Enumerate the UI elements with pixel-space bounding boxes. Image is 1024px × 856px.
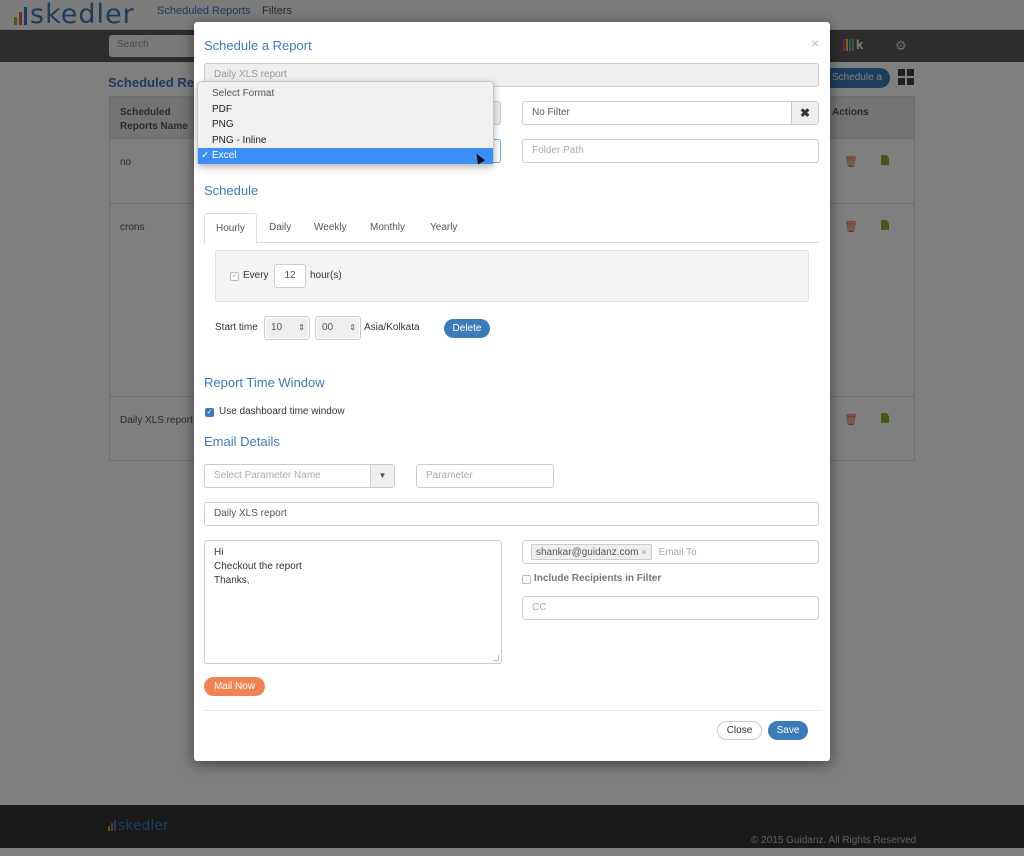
updown-arrows-icon: ⇕: [298, 323, 305, 332]
include-recipients-checkbox[interactable]: [522, 575, 531, 584]
schedule-section-title: Schedule: [204, 183, 259, 198]
start-hour-select[interactable]: 10 ⇕: [264, 316, 310, 340]
format-option-excel-label: Excel: [212, 150, 237, 161]
modal-footer-divider: [204, 710, 819, 711]
remove-tag-icon[interactable]: ×: [641, 547, 646, 557]
start-minute-select[interactable]: 00 ⇕: [315, 316, 361, 340]
parameter-name-select[interactable]: Select Parameter Name ▼: [204, 464, 395, 488]
tab-daily[interactable]: Daily: [258, 213, 302, 243]
recipient-email: shankar@guidanz.com: [536, 547, 639, 558]
format-option-pdf[interactable]: PDF: [198, 102, 493, 118]
folder-path-input[interactable]: Folder Path: [522, 139, 819, 163]
clear-filter-icon[interactable]: ✖: [791, 102, 818, 124]
tab-monthly[interactable]: Monthly: [359, 213, 416, 243]
recipient-tag: shankar@guidanz.com ×: [531, 544, 652, 560]
format-option-png[interactable]: PNG: [198, 117, 493, 133]
modal-title: Schedule a Report: [204, 38, 312, 53]
body-line: Thanks,: [214, 575, 250, 586]
body-line: Checkout the report: [214, 561, 302, 572]
hourly-panel: ✓ Every 12 hour(s): [215, 250, 809, 302]
every-checkbox[interactable]: ✓: [230, 272, 239, 281]
timezone-label: Asia/Kolkata: [364, 322, 420, 333]
delete-button[interactable]: Delete: [444, 319, 490, 338]
close-button[interactable]: Close: [717, 721, 762, 740]
updown-arrows-icon: ⇕: [349, 323, 356, 332]
start-minute-value: 00: [322, 322, 334, 333]
resize-handle-icon[interactable]: [493, 655, 499, 661]
format-option-excel[interactable]: ✓ Excel: [198, 148, 493, 164]
format-option-png-inline[interactable]: PNG - Inline: [198, 133, 493, 149]
email-body-textarea[interactable]: Hi Checkout the report Thanks,: [204, 540, 502, 664]
every-hours-input[interactable]: 12: [274, 264, 306, 288]
parameter-name-placeholder: Select Parameter Name: [214, 470, 321, 481]
parameter-input[interactable]: Parameter: [416, 464, 554, 488]
email-to-input[interactable]: shankar@guidanz.com × Email To: [522, 540, 819, 564]
time-window-section-title: Report Time Window: [204, 375, 325, 390]
tab-weekly[interactable]: Weekly: [303, 213, 358, 243]
every-label: Every: [243, 270, 269, 281]
use-dashboard-checkbox[interactable]: ✓: [205, 408, 214, 417]
format-dropdown-menu: Select Format PDF PNG PNG - Inline ✓ Exc…: [197, 81, 494, 164]
email-to-placeholder: Email To: [658, 547, 697, 558]
use-dashboard-label: Use dashboard time window: [219, 406, 345, 417]
schedule-tabs: Hourly Daily Weekly Monthly Yearly: [204, 213, 819, 244]
caret-down-icon[interactable]: ▼: [370, 465, 394, 487]
cc-input[interactable]: CC: [522, 596, 819, 620]
hours-unit-label: hour(s): [310, 270, 342, 281]
email-subject-input[interactable]: Daily XLS report: [204, 502, 819, 526]
mail-now-button[interactable]: Mail Now: [204, 677, 265, 696]
filter-value: No Filter: [532, 107, 570, 118]
email-section-title: Email Details: [204, 434, 280, 449]
start-time-label: Start time: [215, 322, 258, 333]
filter-input[interactable]: No Filter ✖: [522, 101, 819, 125]
format-option-select-format[interactable]: Select Format: [198, 86, 493, 102]
tab-hourly[interactable]: Hourly: [204, 213, 257, 244]
checkmark-icon: ✓: [201, 150, 210, 161]
save-button[interactable]: Save: [768, 721, 808, 740]
include-recipients-label: Include Recipients in Filter: [534, 573, 662, 584]
tab-yearly[interactable]: Yearly: [419, 213, 468, 243]
close-icon[interactable]: ×: [811, 35, 819, 51]
body-line: Hi: [214, 547, 224, 558]
start-hour-value: 10: [271, 322, 283, 333]
